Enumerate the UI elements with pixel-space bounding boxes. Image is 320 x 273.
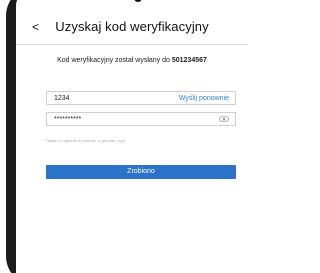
info-message: Kod weryfikacyjny został wysłany do 5012… [16, 56, 248, 66]
submit-button[interactable]: Zrobiono [46, 165, 236, 179]
password-hint: Hasło co najmniej 8 znaków, w tym liter … [46, 138, 126, 143]
phone-number: 501234567 [171, 57, 207, 64]
password-field[interactable]: ********** [46, 112, 236, 126]
front-camera [134, 0, 142, 2]
eye-icon[interactable] [219, 116, 229, 122]
verification-code-field[interactable]: 1234 Wyślij ponownie [46, 91, 236, 105]
phone-screen: Uzyskaj kod weryfikacyjny < Kod weryfika… [16, 0, 248, 273]
info-text: Kod weryfikacyjny został wysłany do [57, 57, 172, 64]
header: Uzyskaj kod weryfikacyjny < [16, 15, 248, 41]
password-value: ********** [54, 116, 82, 123]
page-title: Uzyskaj kod weryfikacyjny [55, 19, 209, 34]
stage: Uzyskaj kod weryfikacyjny < Kod weryfika… [0, 0, 252, 273]
resend-link[interactable]: Wyślij ponownie [179, 93, 229, 104]
verification-code-value: 1234 [54, 95, 70, 102]
phone-frame: Uzyskaj kod weryfikacyjny < Kod weryfika… [6, 0, 248, 273]
header-divider [16, 44, 248, 45]
back-button[interactable]: < [32, 19, 44, 35]
